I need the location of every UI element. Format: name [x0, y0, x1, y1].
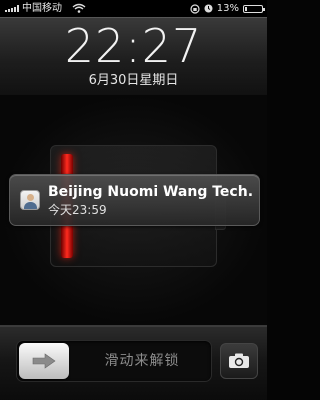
camera-icon: [229, 353, 249, 368]
battery-fill: [245, 6, 247, 11]
unlock-bar: 滑动来解锁: [0, 325, 267, 400]
notification-banner[interactable]: Beijing Nuomi Wang Tech... 今天23:59: [9, 174, 260, 226]
battery-icon: [243, 4, 265, 13]
signal-strength-icon: [5, 5, 19, 12]
carrier-name: 中国移动: [22, 3, 62, 14]
status-bar: 中国移动 13%: [0, 0, 267, 17]
rotation-lock-icon: [190, 3, 200, 14]
camera-button[interactable]: [220, 343, 258, 379]
slide-to-unlock-knob[interactable]: [19, 343, 69, 379]
app-avatar-icon: [20, 190, 40, 210]
clock-time: 22:27: [64, 19, 203, 73]
alarm-icon: [204, 4, 213, 13]
slide-to-unlock-track[interactable]: 滑动来解锁: [16, 340, 212, 382]
lock-screen: 中国移动 13% 22:27 6月30日星期日 Beijing Nuomi Wa…: [0, 0, 267, 400]
wifi-icon: [72, 3, 86, 13]
slide-to-unlock-label: 滑动来解锁: [104, 353, 180, 369]
arrow-right-icon: [32, 353, 56, 369]
notification-time: 今天23:59: [48, 203, 107, 217]
clock-date: 6月30日星期日: [88, 73, 179, 88]
status-right: 13%: [190, 0, 265, 17]
battery-percent: 13%: [216, 3, 239, 14]
notification-title: Beijing Nuomi Wang Tech...: [48, 184, 253, 200]
clock-header: 22:27 6月30日星期日: [0, 17, 267, 96]
